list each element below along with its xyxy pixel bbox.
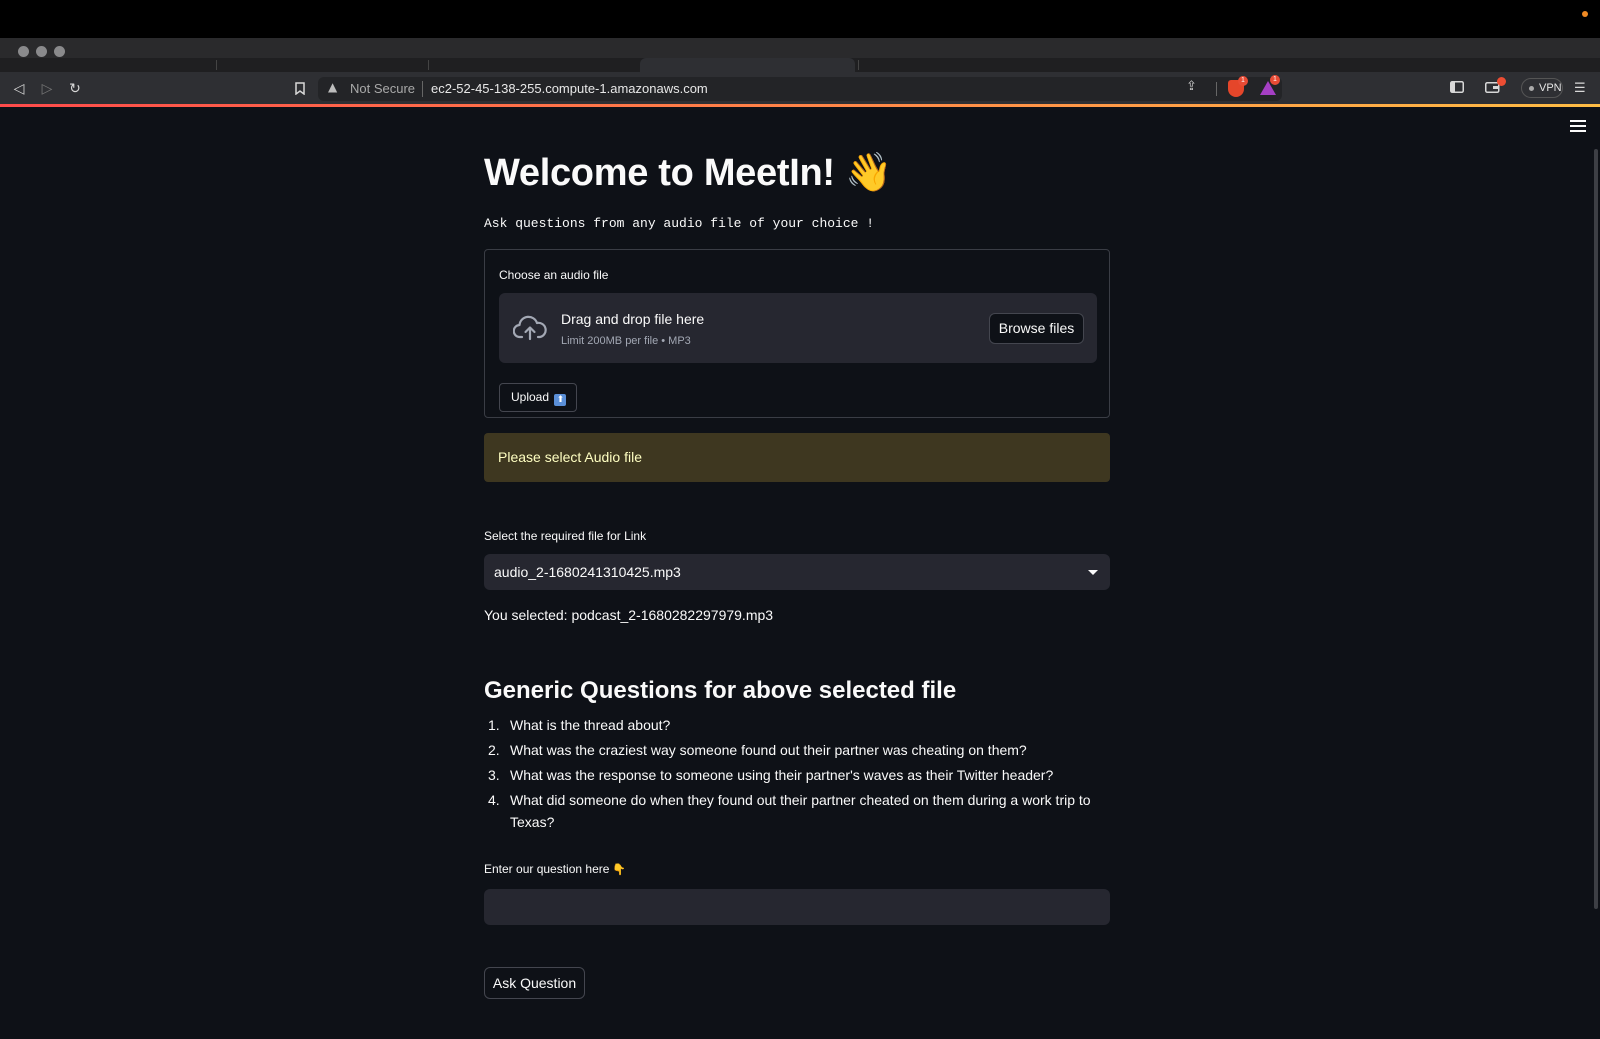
tab-separator <box>216 60 217 70</box>
question-text: What was the response to someone using t… <box>510 767 1054 783</box>
question-input[interactable] <box>484 889 1110 925</box>
dropzone-limit-hint: Limit 200MB per file • MP3 <box>561 335 691 347</box>
pointing-down-icon: 👇 <box>612 863 627 876</box>
file-select-dropdown[interactable]: audio_2-1680241310425.mp3 <box>484 554 1110 590</box>
question-number: 1. <box>488 717 500 733</box>
close-window-button[interactable] <box>18 46 29 57</box>
question-item: 1. What is the thread about? <box>484 714 1110 736</box>
warning-triangle-icon: ▲ <box>328 80 338 94</box>
upload-button[interactable]: Upload ⬆ <box>499 383 578 412</box>
questions-heading: Generic Questions for above selected fil… <box>484 677 957 704</box>
ask-question-button[interactable]: Ask Question <box>484 967 585 999</box>
upload-button-label: Upload <box>511 390 550 404</box>
brave-rewards-icon[interactable]: 1 <box>1260 75 1280 95</box>
brave-shields-icon[interactable]: 1 <box>1228 76 1248 97</box>
browser-toolbar: ◁ ▷ ↻ ▲ Not Secure ec2-52-45-138-255.com… <box>0 72 1600 106</box>
address-divider <box>422 81 423 97</box>
question-text: What did someone do when they found out … <box>510 792 1091 830</box>
question-input-label-text: Enter our question here <box>484 862 610 876</box>
status-indicator-dot <box>1582 11 1588 17</box>
tab-separator <box>428 60 429 70</box>
scrollbar[interactable] <box>1594 149 1598 909</box>
file-uploader-label: Choose an audio file <box>499 268 609 282</box>
url-text[interactable]: ec2-52-45-138-255.compute-1.amazonaws.co… <box>431 81 708 96</box>
streamlit-app: Welcome to MeetIn! 👋 Ask questions from … <box>0 107 1600 1039</box>
generic-questions-list: 1. What is the thread about? 2. What was t… <box>484 711 1110 833</box>
question-input-label: Enter our question here 👇 <box>484 862 626 876</box>
chevron-down-icon <box>1088 570 1098 575</box>
dropzone-title: Drag and drop file here <box>561 311 705 327</box>
file-select-label: Select the required file for Link <box>484 529 647 543</box>
cloud-upload-icon <box>513 315 547 341</box>
tab-separator <box>858 60 859 70</box>
file-select-value: audio_2-1680241310425.mp3 <box>494 564 681 580</box>
maximize-window-button[interactable] <box>54 46 65 57</box>
page-title: Welcome to MeetIn! 👋 <box>484 152 892 194</box>
browser-menu-icon[interactable]: ☰ <box>1574 79 1586 99</box>
browse-files-button[interactable]: Browse files <box>989 313 1084 344</box>
up-arrow-icon: ⬆ <box>554 394 567 406</box>
notification-dot <box>1497 77 1506 86</box>
question-number: 2. <box>488 742 500 758</box>
security-label[interactable]: Not Secure <box>350 81 415 96</box>
vpn-button[interactable]: VPN <box>1521 78 1563 98</box>
bookmark-icon[interactable] <box>290 79 310 99</box>
question-text: What was the craziest way someone found … <box>510 742 1027 758</box>
hamburger-menu-icon[interactable] <box>1570 120 1586 134</box>
question-item: 4. What did someone do when they found ou… <box>484 789 1110 833</box>
address-divider <box>1216 82 1217 96</box>
minimize-window-button[interactable] <box>36 46 47 57</box>
warning-alert: Please select Audio file <box>484 433 1110 482</box>
wallet-icon[interactable] <box>1485 77 1506 99</box>
selected-file-text: You selected: podcast_2-1680282297979.mp… <box>484 607 774 623</box>
address-bar[interactable]: ▲ Not Secure ec2-52-45-138-255.compute-1… <box>318 75 1282 101</box>
os-menu-bar <box>0 0 1600 38</box>
reload-icon[interactable]: ↻ <box>65 79 85 99</box>
share-icon[interactable]: ⇪ <box>1186 79 1197 94</box>
question-item: 2. What was the craziest way someone foun… <box>484 739 1110 761</box>
forward-icon[interactable]: ▷ <box>37 79 57 99</box>
upload-form: Choose an audio file Drag and drop file … <box>484 249 1110 418</box>
file-dropzone[interactable]: Drag and drop file here Limit 200MB per … <box>499 293 1097 363</box>
sidebar-toggle-icon[interactable] <box>1450 79 1464 99</box>
shields-badge: 1 <box>1238 76 1248 86</box>
question-number: 4. <box>488 792 500 808</box>
active-tab[interactable] <box>640 58 855 72</box>
question-item: 3. What was the response to someone using… <box>484 764 1110 786</box>
question-number: 3. <box>488 767 500 783</box>
page-subtitle: Ask questions from any audio file of you… <box>484 216 875 231</box>
question-text: What is the thread about? <box>510 717 671 733</box>
rewards-badge: 1 <box>1270 75 1280 85</box>
back-icon[interactable]: ◁ <box>9 79 29 99</box>
